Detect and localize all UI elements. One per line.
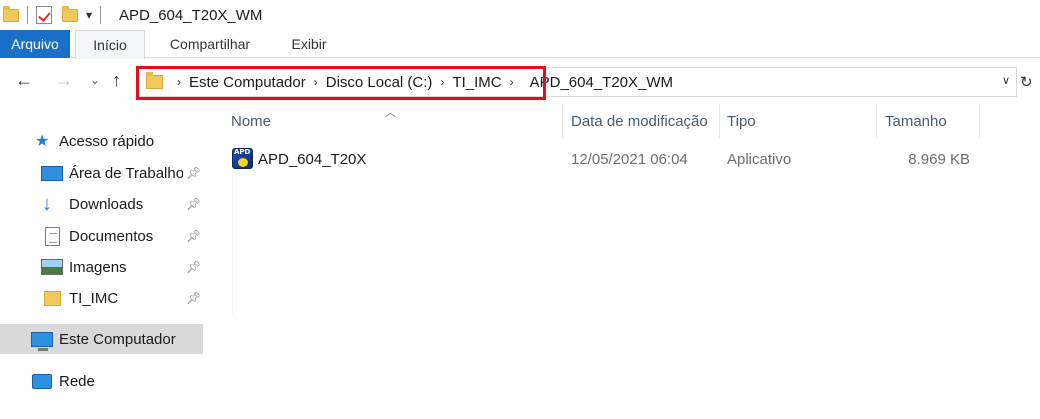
recent-locations-chevron-icon[interactable]: ⌄ [90, 73, 100, 87]
sidebar-item-este-computador[interactable]: Este Computador [0, 324, 203, 354]
sidebar-item-label: Imagens [69, 258, 127, 276]
sidebar-item-ti-imc[interactable]: TI_IMC 📌︎ [0, 283, 207, 313]
folder-icon [44, 290, 61, 306]
refresh-icon[interactable]: ↻ [1020, 73, 1033, 91]
address-highlight-box [136, 66, 546, 100]
column-header-data[interactable]: Data de modificação [571, 113, 719, 135]
pin-icon: 📌︎ [186, 197, 202, 211]
column-divider[interactable] [719, 104, 720, 138]
sidebar-item-downloads[interactable]: ↓ Downloads 📌︎ [0, 189, 207, 219]
folder-icon [3, 5, 19, 22]
sidebar-item-acesso-rapido[interactable]: ★ Acesso rápido [0, 126, 207, 156]
new-folder-icon[interactable] [62, 5, 78, 22]
table-row[interactable]: APD_604_T20X 12/05/2021 06:04 Aplicativo… [215, 146, 995, 174]
file-type: Aplicativo [727, 151, 792, 168]
navigation-pane: ★ Acesso rápido Área de Trabalho 📌︎ ↓ Do… [0, 108, 207, 419]
file-name[interactable]: APD_604_T20X [258, 151, 366, 168]
customize-toolbar-chevron-icon[interactable]: ▾ [86, 8, 92, 22]
tab-compartilhar[interactable]: Compartilhar [160, 30, 260, 58]
sidebar-item-label: Documentos [69, 227, 154, 245]
sidebar-item-documentos[interactable]: Documentos 📌︎ [0, 221, 207, 251]
pin-icon: 📌︎ [186, 291, 202, 305]
sidebar-item-imagens[interactable]: Imagens 📌︎ [0, 252, 207, 282]
file-date: 12/05/2021 06:04 [571, 151, 688, 168]
tab-exibir[interactable]: Exibir [280, 30, 338, 58]
pin-icon: 📌︎ [186, 260, 202, 274]
column-header-tipo[interactable]: Tipo [727, 113, 867, 135]
list-divider [232, 174, 233, 314]
ribbon-tabs: Arquivo Início Compartilhar Exibir [0, 30, 1040, 59]
pin-icon: 📌︎ [186, 229, 202, 243]
column-divider[interactable] [876, 104, 877, 138]
pin-icon: 📌︎ [186, 166, 202, 180]
column-divider[interactable] [979, 104, 980, 138]
sidebar-item-label: Rede [59, 372, 95, 390]
toolbar-divider [100, 6, 102, 24]
column-header-tamanho[interactable]: Tamanho [885, 113, 975, 135]
file-list: ︿ Nome Data de modificação Tipo Tamanho … [215, 104, 1040, 419]
column-divider[interactable] [562, 104, 563, 138]
sidebar-item-label: Downloads [69, 195, 144, 213]
sidebar-item-area-de-trabalho[interactable]: Área de Trabalho 📌︎ [0, 158, 207, 188]
network-icon [32, 373, 52, 389]
column-header-nome[interactable]: Nome [231, 113, 561, 135]
sidebar-item-label: Área de Trabalho [69, 164, 183, 182]
address-history-chevron-icon[interactable]: ∨ [1002, 74, 1010, 87]
sidebar-item-label: Este Computador [59, 330, 176, 348]
forward-arrow-icon[interactable]: → [55, 70, 73, 91]
up-arrow-icon[interactable]: ↑ [112, 70, 121, 91]
tab-inicio[interactable]: Início [75, 30, 145, 59]
sidebar-item-rede[interactable]: Rede [0, 366, 207, 396]
documents-icon [45, 226, 60, 246]
star-icon: ★ [35, 133, 50, 150]
computer-icon [31, 331, 53, 351]
pictures-icon [41, 259, 63, 275]
sidebar-item-label: Acesso rápido [59, 132, 155, 150]
tab-arquivo[interactable]: Arquivo [0, 30, 70, 58]
breadcrumb-current-folder[interactable]: APD_604_T20X_WM [530, 74, 673, 91]
file-size: 8.969 KB [908, 151, 970, 168]
properties-icon[interactable] [36, 6, 52, 24]
sidebar-item-label: TI_IMC [69, 289, 119, 307]
back-arrow-icon[interactable]: ← [15, 70, 33, 91]
downloads-icon: ↓ [42, 192, 52, 215]
window-title: APD_604_T20X_WM [119, 6, 263, 24]
quick-access-toolbar: ▾ [0, 0, 109, 30]
toolbar-divider [27, 6, 28, 24]
desktop-icon [41, 165, 63, 181]
title-bar: ▾ APD_604_T20X_WM [0, 0, 1040, 30]
application-icon [232, 148, 253, 169]
